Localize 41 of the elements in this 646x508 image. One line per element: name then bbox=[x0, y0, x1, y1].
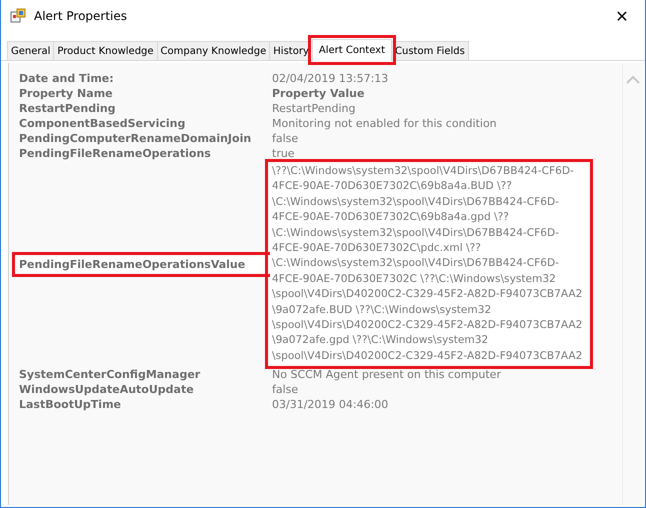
property-value: \9a072afe.BUD \??\C:\Windows\system32 bbox=[272, 302, 492, 318]
property-value: \spool\V4Dirs\D40200C2-C329-45F2-A82D-F94073CB7AA2 bbox=[272, 287, 582, 302]
property-value: false bbox=[272, 131, 298, 146]
property-name: WindowsUpdateAutoUpdate bbox=[19, 382, 195, 398]
property-value: false bbox=[272, 382, 298, 398]
property-value: 4FCE-90AE-70D630E7302C\pdc.xml \?? bbox=[272, 241, 482, 256]
property-name: SystemCenterConfigManager bbox=[19, 367, 202, 382]
tab[interactable]: History bbox=[269, 41, 313, 60]
property-value: true bbox=[272, 146, 295, 161]
property-value: \9a072afe.gpd \??\C:\Windows\system32 bbox=[272, 333, 490, 348]
property-value: 4FCE-90AE-70D630E7302C \??\C:\Windows\system32 bbox=[272, 272, 557, 287]
tab[interactable]: Company Knowledge bbox=[156, 41, 270, 60]
property-name: ComponentBasedServicing bbox=[19, 116, 186, 131]
property-name: Date and Time: bbox=[19, 71, 115, 86]
property-value: \C:\Windows\system32\spool\V4Dirs\D67BB424-CF6D- bbox=[272, 194, 560, 210]
property-value: \spool\V4Dirs\D40200C2-C329-45F2-A82D-F94073CB7AA2 bbox=[272, 348, 582, 364]
close-button[interactable]: ✕ bbox=[599, 0, 645, 32]
property-value: \C:\Windows\system32\spool\V4Dirs\D67BB424-CF6D- bbox=[272, 226, 560, 241]
property-name: PendingComputerRenameDomainJoin bbox=[19, 131, 252, 146]
property-value: \spool\V4Dirs\D40200C2-C329-45F2-A82D-F94073CB7AA2 bbox=[272, 318, 582, 334]
scrollbar[interactable] bbox=[622, 63, 643, 505]
property-name: PendingFileRenameOperations bbox=[19, 146, 212, 161]
property-value: Monitoring not enabled for this condition bbox=[272, 116, 497, 131]
column-header: Property Name bbox=[19, 86, 114, 101]
property-value: No SCCM Agent present on this computer bbox=[272, 367, 501, 382]
property-value: \C:\Windows\system32\spool\V4Dirs\D67BB424-CF6D- bbox=[272, 256, 560, 272]
scroll-up-icon[interactable] bbox=[626, 75, 640, 84]
property-value: \??\C:\Windows\system32\spool\V4Dirs\D67BB424-CF6D- bbox=[272, 164, 575, 179]
property-value: RestartPending bbox=[272, 101, 356, 116]
property-name: LastBootUpTime bbox=[19, 397, 122, 412]
property-value: 03/31/2019 04:46:00 bbox=[272, 397, 388, 412]
tab[interactable]: General bbox=[7, 41, 54, 60]
column-header: Property Value bbox=[272, 86, 364, 101]
window-title: Alert Properties bbox=[34, 9, 128, 23]
property-value: 4FCE-90AE-70D630E7302C\69b8a4a.BUD \?? bbox=[272, 179, 513, 194]
tab[interactable]: Product Knowledge bbox=[53, 41, 158, 60]
property-value: 02/04/2019 13:57:13 bbox=[272, 71, 388, 86]
tab[interactable]: Custom Fields bbox=[391, 41, 469, 60]
property-name: RestartPending bbox=[19, 101, 117, 116]
property-value: 4FCE-90AE-70D630E7302C\69b8a4a.gpd \?? bbox=[272, 210, 510, 226]
app-icon bbox=[10, 8, 26, 24]
